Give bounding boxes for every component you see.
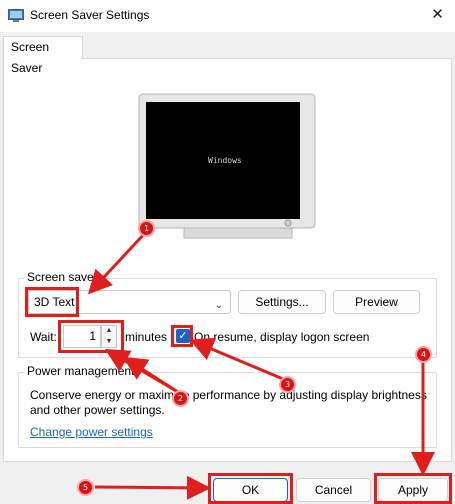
arrow-5 bbox=[94, 475, 211, 500]
arrow-1 bbox=[87, 230, 148, 295]
highlight-checkbox bbox=[171, 325, 193, 347]
badge-5: 5 bbox=[77, 479, 94, 496]
badge-3: 3 bbox=[279, 376, 296, 393]
arrow-3 bbox=[189, 337, 284, 381]
badge-4: 4 bbox=[415, 346, 432, 363]
arrow-2b bbox=[122, 356, 179, 394]
annotation-arrows bbox=[87, 230, 435, 500]
badge-2: 2 bbox=[172, 390, 189, 407]
highlight-dropdown bbox=[25, 287, 79, 317]
badge-1: 1 bbox=[138, 220, 155, 237]
highlight-ok-button bbox=[208, 473, 293, 504]
highlight-apply-button bbox=[374, 473, 452, 504]
highlight-wait-input bbox=[58, 320, 124, 353]
